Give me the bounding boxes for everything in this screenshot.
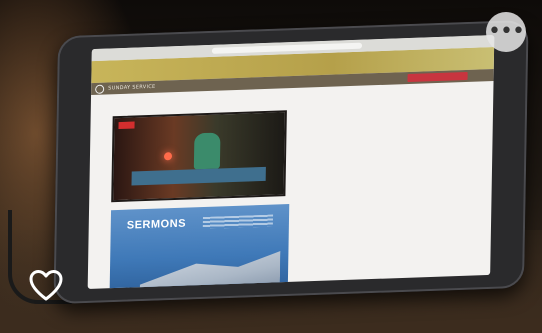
tablet-screen: SUNDAY SERVICE SERMONS bbox=[87, 35, 495, 289]
tablet: SUNDAY SERVICE SERMONS bbox=[53, 19, 529, 305]
live-badge bbox=[118, 121, 135, 130]
more-options-button[interactable]: ••• bbox=[486, 12, 526, 52]
ellipsis-icon: ••• bbox=[488, 19, 525, 44]
candle-light bbox=[163, 152, 173, 161]
church-image bbox=[140, 246, 281, 289]
play-circle-icon bbox=[95, 84, 105, 94]
priest-figure bbox=[193, 132, 221, 170]
service-banner-text: SUNDAY SERVICE bbox=[108, 83, 156, 92]
like-button[interactable] bbox=[28, 268, 64, 304]
watch-live-button bbox=[407, 71, 468, 83]
sermons-card: SERMONS bbox=[109, 204, 290, 289]
sermons-subtitle-lines bbox=[202, 214, 274, 229]
livestream-thumbnail bbox=[111, 110, 287, 203]
heart-icon bbox=[29, 270, 63, 301]
photo: SUNDAY SERVICE SERMONS bbox=[0, 0, 542, 333]
sermons-label: SERMONS bbox=[126, 217, 187, 232]
url-bar bbox=[211, 42, 363, 54]
altar bbox=[131, 166, 266, 186]
